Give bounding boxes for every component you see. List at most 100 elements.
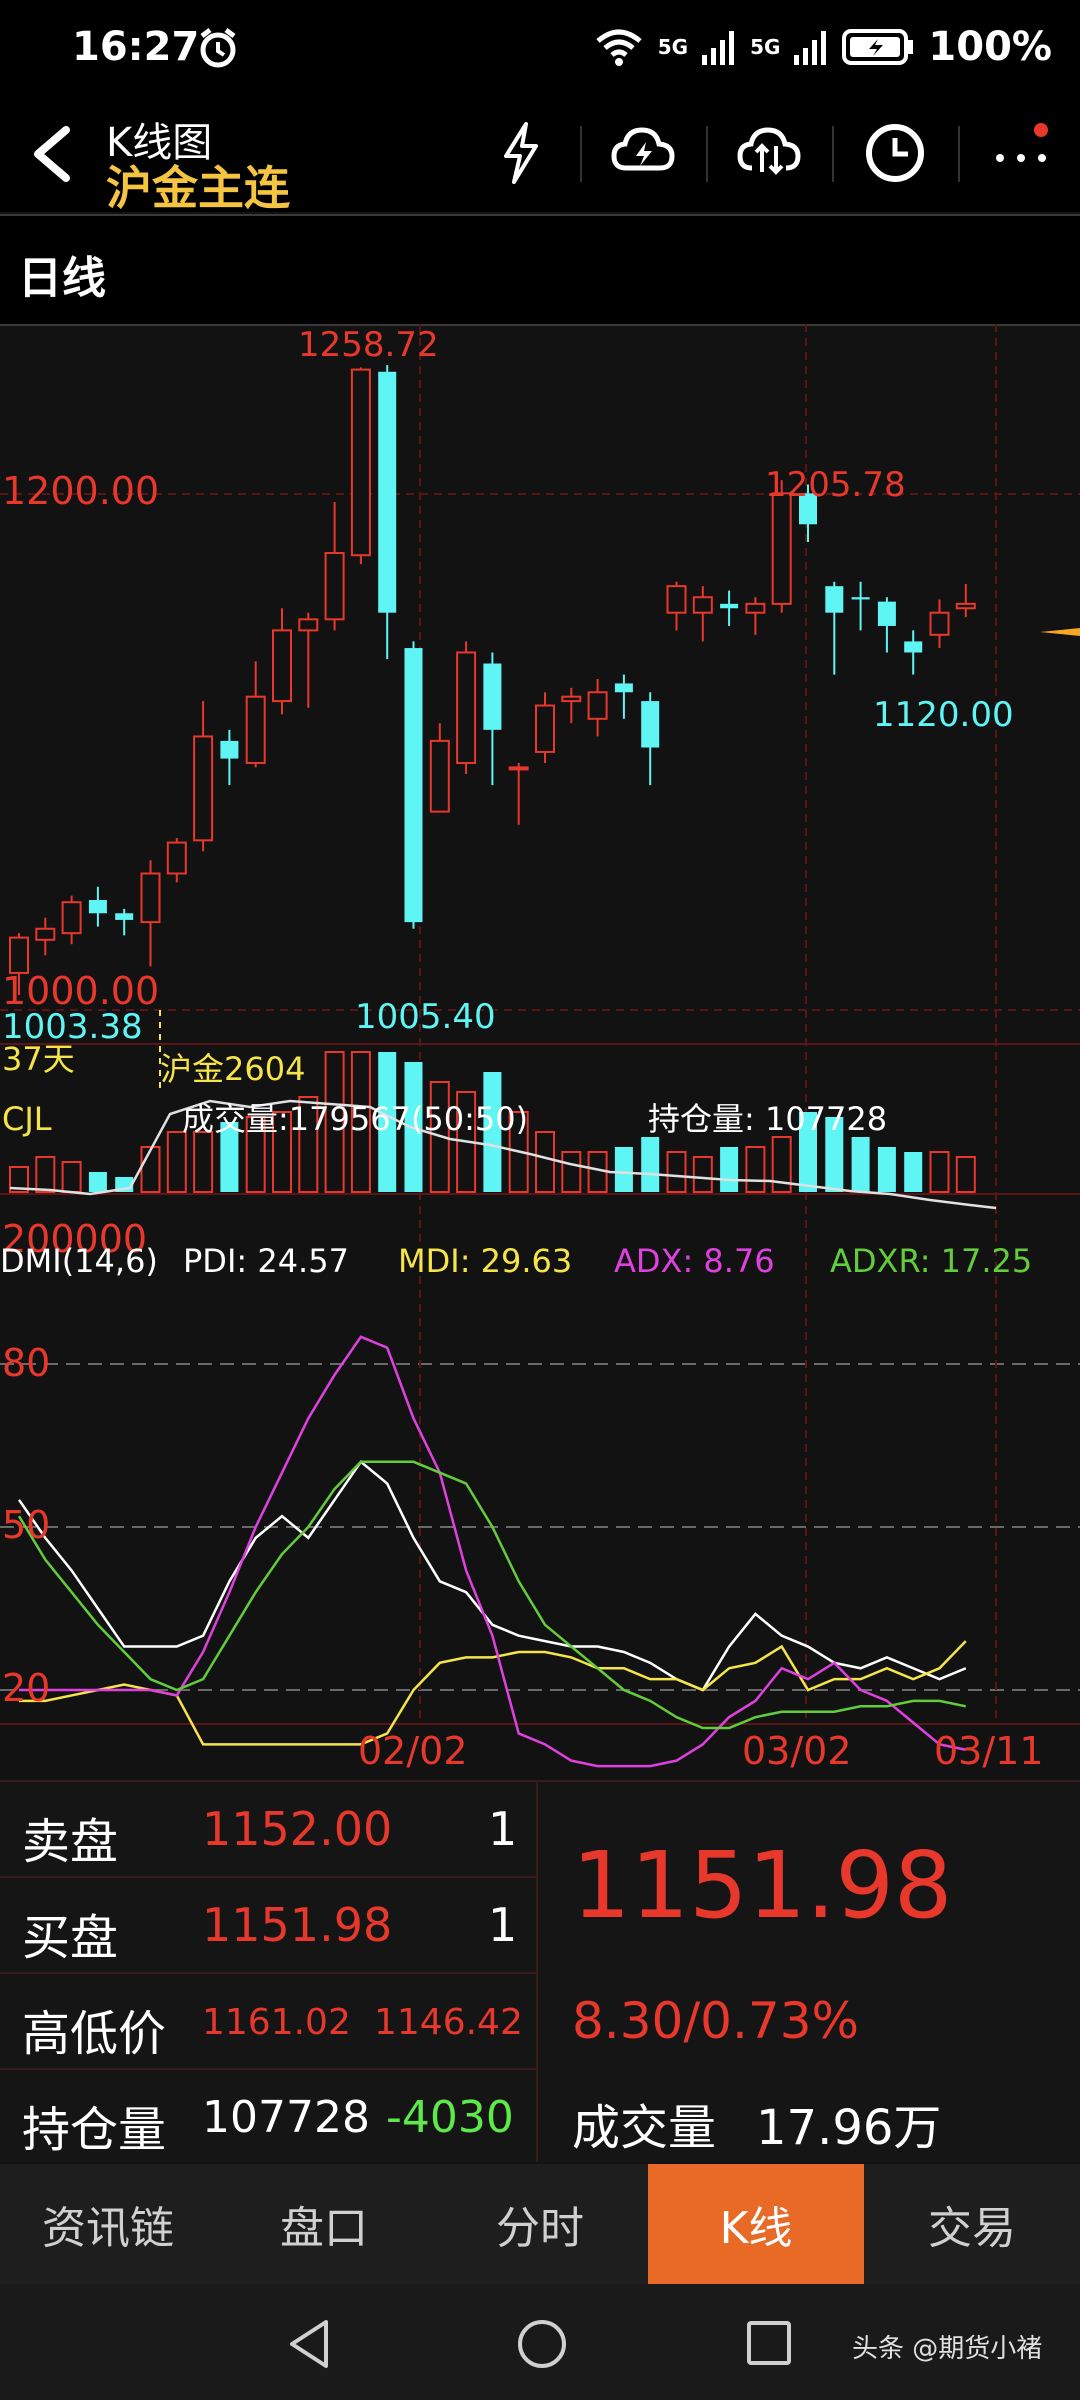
battery-icon <box>842 29 914 65</box>
candle-body <box>140 872 161 924</box>
candle-body <box>35 927 56 941</box>
candle-body <box>614 683 633 693</box>
clock-icon[interactable] <box>860 118 930 188</box>
status-bar: 16:27 5G 5G 100% <box>0 0 1080 100</box>
volume-bar <box>193 1131 214 1193</box>
candle-body <box>771 492 792 605</box>
candle-body <box>483 663 502 730</box>
candle-body <box>587 691 608 720</box>
header-divider <box>958 126 960 182</box>
candle-body <box>825 586 844 613</box>
candle-body <box>220 740 239 759</box>
clock: 16:27 <box>72 24 200 70</box>
volume-bar <box>88 1172 107 1192</box>
candle-body <box>272 629 292 703</box>
contract-label: 沪金2604 <box>160 1050 305 1088</box>
open-interest-label: 持仓量 <box>22 2102 167 2158</box>
alarm-icon <box>200 28 236 68</box>
open-interest-change: -4030 <box>386 2092 514 2143</box>
volume-bar <box>904 1152 923 1192</box>
last-price: 1151.98 <box>572 1832 953 1939</box>
tab-intraday[interactable]: 分时 <box>432 2164 648 2284</box>
volume-bar <box>641 1137 660 1192</box>
price-change: 8.30/0.73% <box>572 1992 860 2050</box>
volume-bar <box>35 1156 56 1193</box>
nav-home-icon[interactable] <box>514 2316 570 2372</box>
ask-price: 1152.00 <box>202 1802 393 1856</box>
app-header: K线图 沪金主连 <box>0 100 1080 215</box>
more-icon[interactable] <box>986 118 1056 188</box>
instrument-name: 沪金主连 <box>106 161 290 215</box>
candle-body <box>350 368 371 557</box>
wifi-icon <box>596 29 642 66</box>
volume-bar <box>720 1147 739 1192</box>
candle-body <box>88 900 107 914</box>
adx-readout: ADX: 8.76 <box>614 1242 775 1280</box>
header-divider <box>580 126 582 182</box>
volume-value: 17.96万 <box>756 2100 942 2156</box>
volume-bar <box>61 1161 82 1193</box>
volume-bar <box>666 1151 687 1193</box>
network-type-1: 5G <box>657 35 689 59</box>
high-low-row: 高低价 1161.02 1146.42 <box>0 1974 536 2070</box>
lightning-icon[interactable] <box>486 118 556 188</box>
period-selector[interactable]: 日线 <box>0 214 1080 326</box>
candle-body <box>561 695 582 703</box>
volume-label: 成交量 <box>572 2100 717 2156</box>
cloud-sync-icon[interactable] <box>734 118 804 188</box>
system-nav-bar: 头条 @期货小褚 <box>0 2284 1080 2400</box>
high-annotation: 1205.78 <box>765 465 906 505</box>
ask-label: 卖盘 <box>22 1814 119 1870</box>
bid-qty: 1 <box>488 1898 518 1952</box>
volume-bar <box>166 1131 187 1193</box>
tab-trade[interactable]: 交易 <box>864 2164 1080 2284</box>
tab-kline[interactable]: K线 <box>648 2164 864 2284</box>
high-low-label: 高低价 <box>22 2006 167 2062</box>
bid-row: 买盘 1151.98 1 <box>0 1878 536 1974</box>
volume-bar <box>955 1156 976 1193</box>
volume-bar <box>745 1146 766 1193</box>
candles-group <box>9 365 976 996</box>
dmi-indicator-name: DMI(14,6) <box>0 1242 158 1280</box>
adxr-readout: ADXR: 17.25 <box>830 1242 1032 1280</box>
network-type-2: 5G <box>750 35 781 59</box>
tab-news[interactable]: 资讯链 <box>0 2164 216 2284</box>
candle-body <box>61 901 82 935</box>
status-right: 5G 5G 100% <box>594 24 1052 70</box>
candle-body <box>166 841 187 875</box>
header-divider <box>832 126 834 182</box>
cloud-flash-icon[interactable] <box>608 118 678 188</box>
candle-body <box>508 766 529 771</box>
signal-icon <box>702 31 735 65</box>
high-price: 1161.02 <box>202 2002 351 2043</box>
volume-bar <box>614 1147 633 1192</box>
nav-back-icon[interactable] <box>284 2316 334 2372</box>
days-label: 37天 <box>2 1040 75 1078</box>
volume-bar <box>561 1151 582 1193</box>
ask-row: 卖盘 1152.00 1 <box>0 1782 536 1878</box>
pdi-line <box>17 1459 967 1692</box>
candle-body <box>666 585 687 614</box>
volume-bar <box>535 1131 555 1193</box>
low-annotation: 1120.00 <box>873 695 1014 735</box>
bid-label: 买盘 <box>22 1910 119 1966</box>
dmi-axis-label: 80 <box>2 1341 50 1385</box>
dmi-axis-label: 20 <box>2 1666 50 1710</box>
high-annotation: 1258.72 <box>298 325 439 365</box>
candle-body <box>929 611 950 636</box>
back-icon[interactable] <box>24 124 80 184</box>
adx-line <box>19 1335 967 1768</box>
dmi-lines-group <box>17 1335 967 1768</box>
candle-body <box>641 701 660 748</box>
price-axis-label: 1200.00 <box>2 469 159 513</box>
candle-body <box>193 735 214 842</box>
candle-body <box>955 602 976 610</box>
kline-chart[interactable]: 1200.00 1000.00 1258.72 1205.78 1120.00 … <box>0 324 1080 1774</box>
candle-body <box>115 913 134 920</box>
candle-body <box>324 552 345 621</box>
nav-recents-icon[interactable] <box>744 2318 794 2368</box>
candle-body <box>429 739 450 813</box>
open-interest-readout: 持仓量: 107728 <box>648 1100 887 1138</box>
header-divider <box>706 126 708 182</box>
tab-orderbook[interactable]: 盘口 <box>216 2164 432 2284</box>
